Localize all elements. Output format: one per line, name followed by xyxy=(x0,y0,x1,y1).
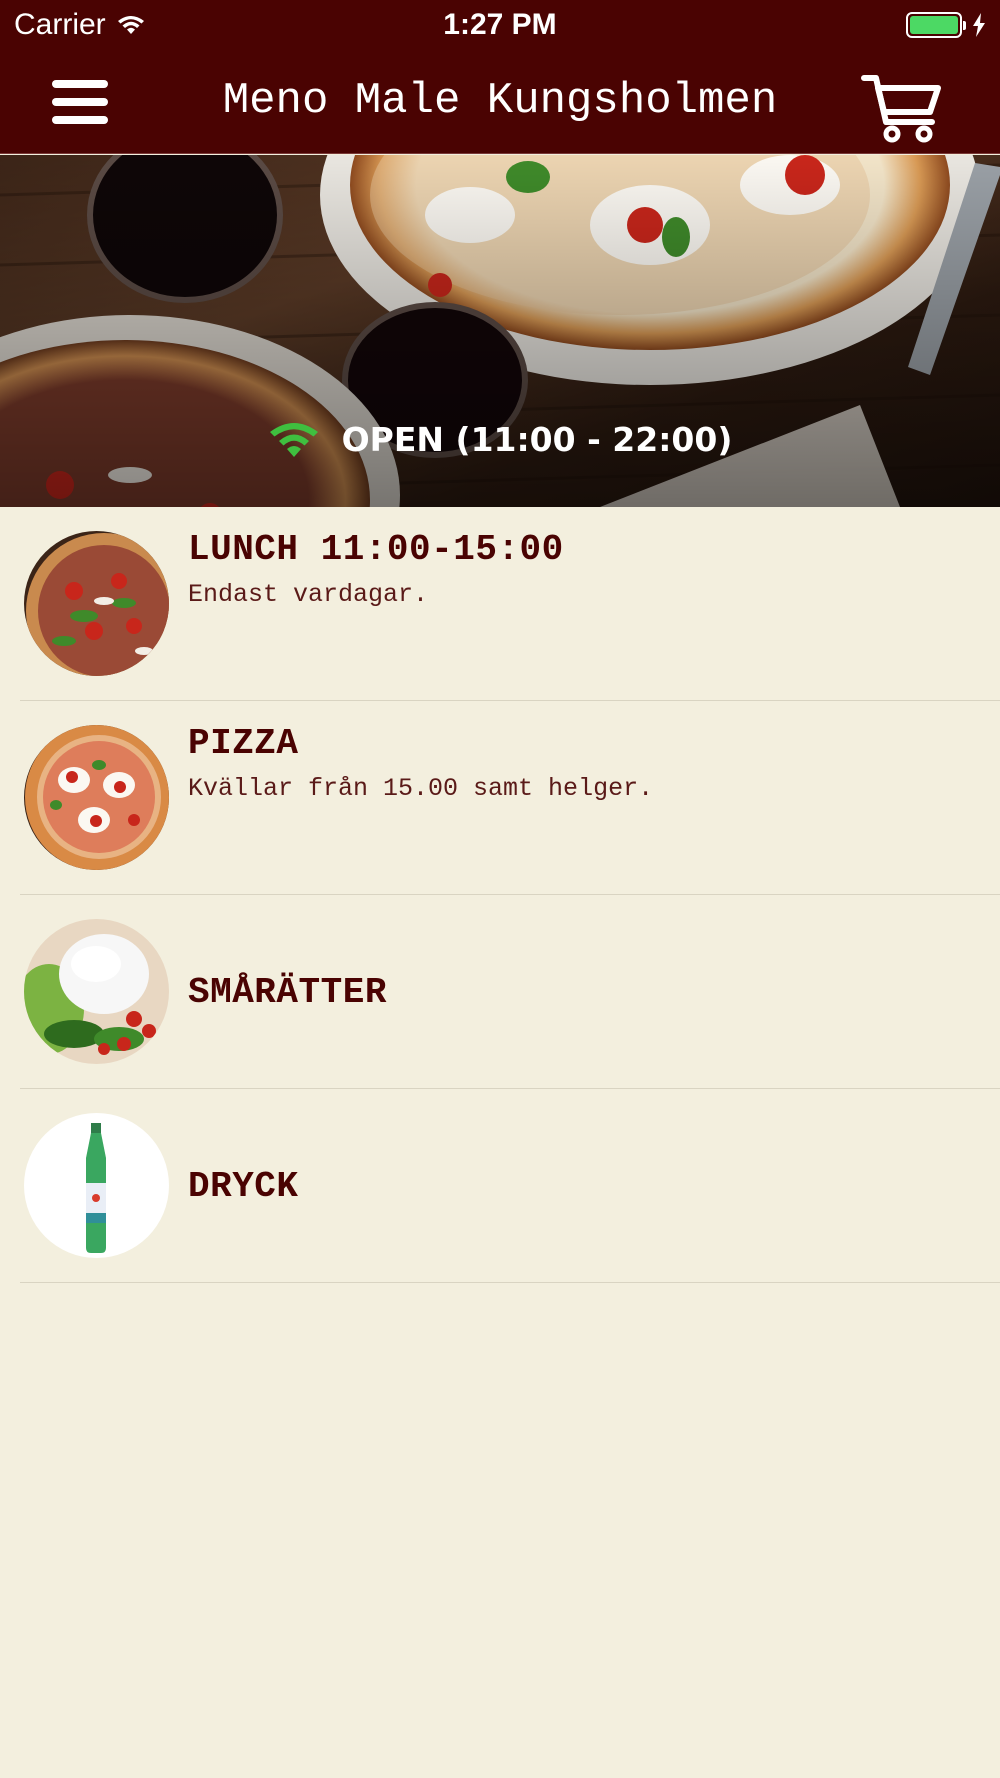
margherita-pizza-image xyxy=(24,725,169,870)
category-item-dryck[interactable]: DRYCK xyxy=(20,1089,1000,1283)
category-title: SMÅRÄTTER xyxy=(188,971,387,1013)
burrata-image xyxy=(24,919,169,1064)
pizza-arugula-image xyxy=(24,531,169,676)
category-title: PIZZA xyxy=(188,723,299,764)
cart-button[interactable] xyxy=(860,66,944,146)
category-thumbnail xyxy=(24,919,169,1064)
water-bottle-image xyxy=(24,1113,169,1258)
category-list: LUNCH 11:00-15:00 Endast vardagar. PIZZA… xyxy=(0,507,1000,1283)
battery-indicator xyxy=(906,12,986,38)
page-title: Meno Male Kungsholmen xyxy=(222,76,778,126)
category-title: DRYCK xyxy=(188,1165,299,1207)
category-subtitle: Endast vardagar. xyxy=(188,580,429,609)
opening-hours-status: OPEN (11:00 - 22:00) xyxy=(0,420,1000,459)
category-title: LUNCH 11:00-15:00 xyxy=(188,529,564,570)
menu-button[interactable] xyxy=(52,80,108,124)
wifi-signal-icon xyxy=(269,422,318,457)
hero-banner: OPEN (11:00 - 22:00) xyxy=(0,155,1000,507)
status-time: 1:27 PM xyxy=(443,8,557,41)
hamburger-menu-icon xyxy=(52,80,108,88)
battery-icon xyxy=(906,12,962,38)
category-item-lunch[interactable]: LUNCH 11:00-15:00 Endast vardagar. xyxy=(20,507,1000,701)
category-thumbnail xyxy=(24,531,169,676)
opening-hours-text: OPEN (11:00 - 22:00) xyxy=(341,420,733,459)
category-thumbnail xyxy=(24,725,169,870)
status-bar: Carrier 1:27 PM xyxy=(0,0,1000,52)
category-subtitle: Kvällar från 15.00 samt helger. xyxy=(188,774,654,803)
shopping-cart-icon xyxy=(861,75,941,143)
nav-bar: Meno Male Kungsholmen xyxy=(0,52,1000,154)
category-item-pizza[interactable]: PIZZA Kvällar från 15.00 samt helger. xyxy=(20,701,1000,895)
category-thumbnail xyxy=(24,1113,169,1258)
charging-bolt-icon xyxy=(973,13,985,37)
category-item-smaratter[interactable]: SMÅRÄTTER xyxy=(20,895,1000,1089)
